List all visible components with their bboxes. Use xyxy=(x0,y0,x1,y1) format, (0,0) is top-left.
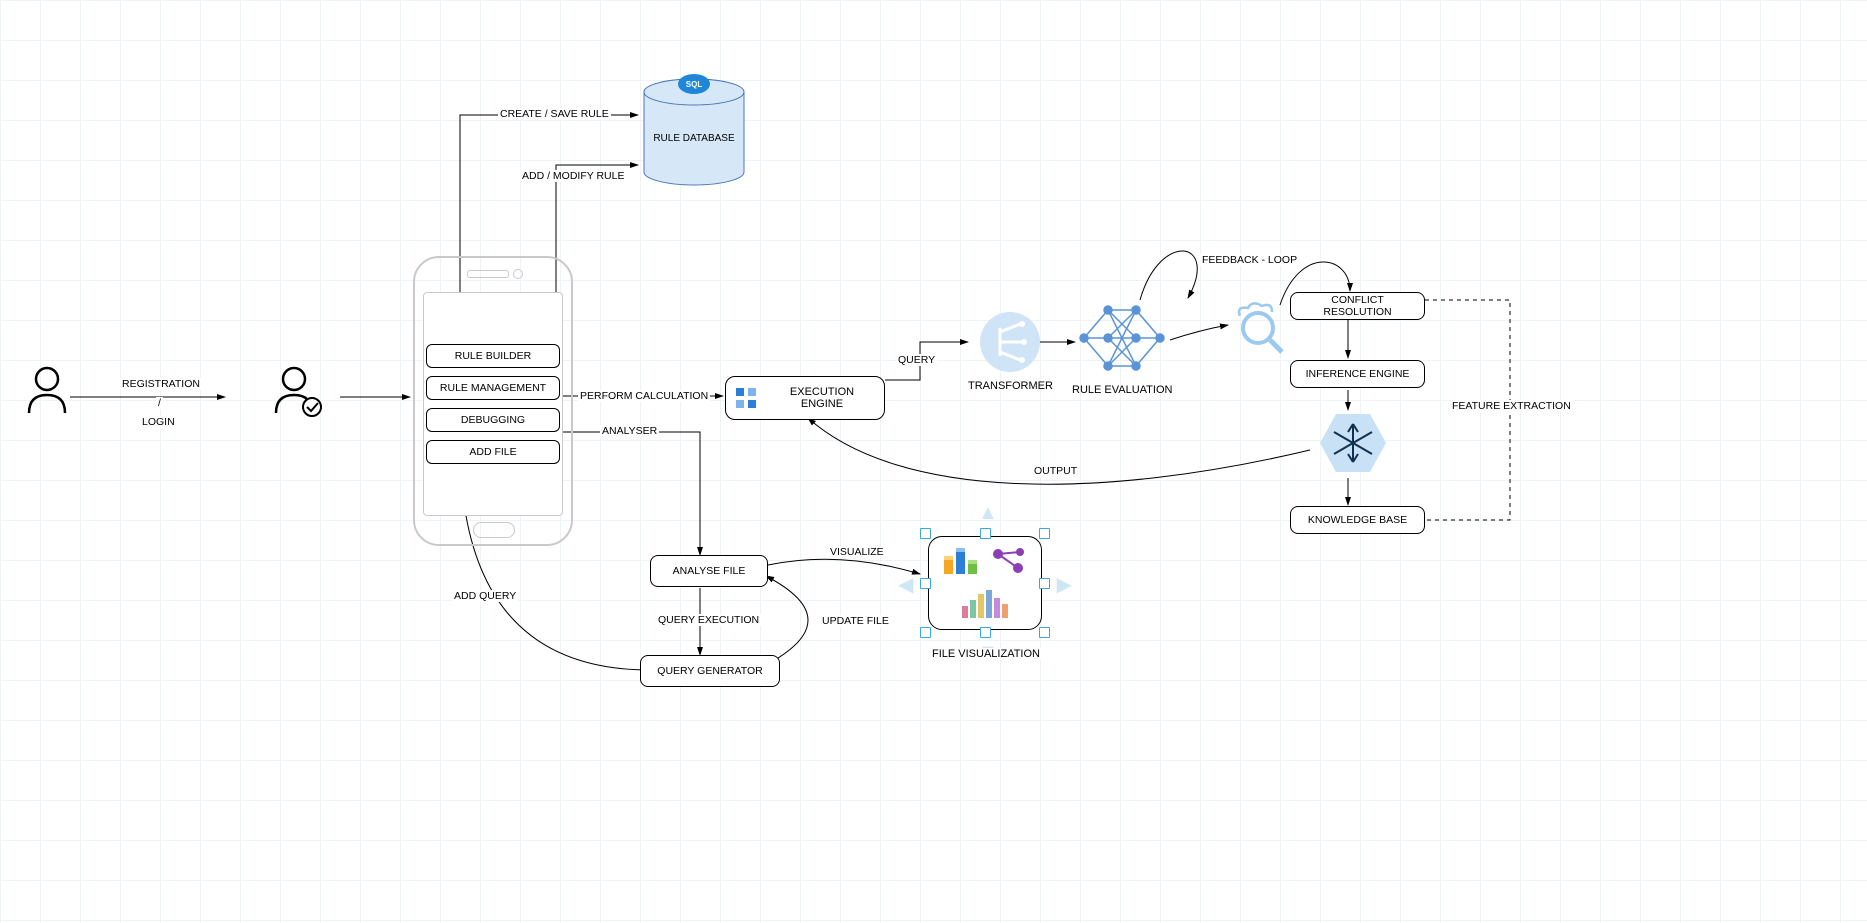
phone-debugging[interactable]: DEBUGGING xyxy=(426,408,560,432)
edge-update-file: UPDATE FILE xyxy=(820,615,891,627)
phone-rule-management[interactable]: RULE MANAGEMENT xyxy=(426,376,560,400)
edge-feedback-loop: FEEDBACK - LOOP xyxy=(1200,254,1299,266)
magnifier-icon xyxy=(1228,298,1288,357)
authenticated-user-icon xyxy=(270,365,326,423)
execution-engine: EXECUTION ENGINE xyxy=(725,376,885,420)
edge-query: QUERY xyxy=(896,354,937,366)
rule-evaluation: RULE EVALUATION xyxy=(1072,298,1172,396)
edge-perform-calculation: PERFORM CALCULATION xyxy=(578,390,710,402)
bar-chart-icon xyxy=(942,546,980,576)
transformer-label: TRANSFORMER xyxy=(968,380,1053,392)
edge-feature-extraction: FEATURE EXTRACTION xyxy=(1450,400,1573,412)
graph-icon xyxy=(990,546,1028,576)
conflict-resolution: CONFLICT RESOLUTION xyxy=(1290,292,1425,320)
phone-add-file[interactable]: ADD FILE xyxy=(426,440,560,464)
file-visualization[interactable]: ▲ ▼ ◀ ▶ xyxy=(920,528,1050,638)
phone-rule-builder-label: RULE BUILDER xyxy=(455,350,531,362)
phone-add-file-label: ADD FILE xyxy=(469,446,516,458)
slash-label: / xyxy=(156,397,163,409)
edge-create-save-rule: CREATE / SAVE RULE xyxy=(498,108,611,120)
histogram-icon xyxy=(960,586,1010,620)
arrow-layer xyxy=(0,0,1867,923)
edge-add-query: ADD QUERY xyxy=(452,590,518,602)
transformer: TRANSFORMER xyxy=(968,310,1053,392)
sql-badge: SQL xyxy=(676,72,712,96)
registration-label: REGISTRATION xyxy=(120,378,202,390)
diagram-canvas[interactable]: REGISTRATION / LOGIN RULE BUILDER RULE M… xyxy=(0,0,1867,923)
analyse-file: ANALYSE FILE xyxy=(650,555,768,587)
rule-database: SQL RULE DATABASE xyxy=(640,78,748,190)
rule-evaluation-label: RULE EVALUATION xyxy=(1072,384,1172,396)
gear-icon xyxy=(734,386,758,410)
phone-rule-management-label: RULE MANAGEMENT xyxy=(440,382,546,394)
inference-engine: INFERENCE ENGINE xyxy=(1290,360,1425,388)
edge-query-execution: QUERY EXECUTION xyxy=(656,614,761,626)
file-visualization-label: FILE VISUALIZATION xyxy=(930,648,1042,660)
query-generator: QUERY GENERATOR xyxy=(640,655,780,687)
execution-engine-label: EXECUTION ENGINE xyxy=(768,386,876,410)
knowledge-base: KNOWLEDGE BASE xyxy=(1290,506,1425,534)
edge-visualize: VISUALIZE xyxy=(828,546,886,558)
phone-debugging-label: DEBUGGING xyxy=(461,414,525,426)
rule-database-label: RULE DATABASE xyxy=(640,133,748,144)
hexagon-icon xyxy=(1318,410,1388,479)
edge-add-modify-rule: ADD / MODIFY RULE xyxy=(520,170,627,182)
phone-mockup: RULE BUILDER RULE MANAGEMENT DEBUGGING A… xyxy=(413,256,573,546)
edge-output: OUTPUT xyxy=(1032,465,1079,477)
edge-analyser: ANALYSER xyxy=(600,425,659,437)
login-label: LOGIN xyxy=(140,416,177,428)
phone-rule-builder[interactable]: RULE BUILDER xyxy=(426,344,560,368)
user-icon xyxy=(25,365,69,421)
